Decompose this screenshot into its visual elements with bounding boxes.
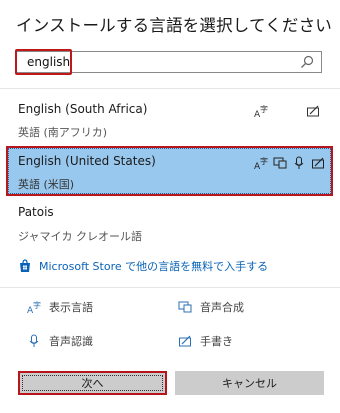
next-button[interactable]: 次へ [18,371,167,395]
handwriting-icon [311,156,325,170]
store-link[interactable]: Microsoft Store で他の言語を無料で入手する [18,258,268,274]
divider [0,287,340,288]
handwriting-icon [178,334,192,348]
legend-label: 手書き [200,335,233,348]
search-value: english [27,55,71,69]
cancel-button[interactable]: キャンセル [175,371,324,395]
search-input[interactable]: english [15,49,322,75]
legend-label: 音声合成 [200,301,244,314]
legend-handwriting: 手書き [178,333,233,349]
language-native-name: 英語 (米国) [18,178,75,191]
svg-text:字: 字 [260,156,268,166]
svg-text:字: 字 [260,104,268,114]
dialog-title: インストールする言語を選択してください [16,16,332,35]
legend-label: 表示言語 [49,301,93,314]
store-link-label: Microsoft Store で他の言語を無料で入手する [39,260,269,273]
handwriting-icon [306,104,320,118]
language-item-english-united-states[interactable]: English (United States) 英語 (米国) A 字 [0,146,340,196]
search-icon[interactable] [300,55,314,69]
feature-icons: A 字 [254,156,325,170]
speech-recognition-icon [27,334,41,348]
language-name: English (South Africa) [18,102,148,116]
focus-rect [22,375,163,391]
cancel-button-label: キャンセル [222,377,277,390]
text-to-speech-icon [273,156,287,170]
language-item-patois[interactable]: Patois ジャマイカ クレオール語 [0,199,340,249]
legend-label: 音声認識 [49,335,93,348]
language-native-name: ジャマイカ クレオール語 [18,230,142,243]
feature-icons: A 字 [254,104,320,118]
svg-text:字: 字 [33,300,41,310]
display-language-icon: A 字 [27,300,41,314]
language-native-name: 英語 (南アフリカ) [18,126,108,139]
text-to-speech-icon [178,300,192,314]
divider [0,88,340,89]
legend-text-to-speech: 音声合成 [178,299,244,315]
language-name: English (United States) [18,154,156,168]
speech-recognition-icon [292,156,306,170]
store-icon [18,259,32,273]
legend-speech-recognition: 音声認識 [27,333,93,349]
language-name: Patois [18,205,54,219]
display-language-icon: A 字 [254,104,268,118]
legend-display-language: A 字 表示言語 [27,299,93,315]
display-language-icon: A 字 [254,156,268,170]
language-item-english-south-africa[interactable]: English (South Africa) 英語 (南アフリカ) A 字 [0,96,340,146]
